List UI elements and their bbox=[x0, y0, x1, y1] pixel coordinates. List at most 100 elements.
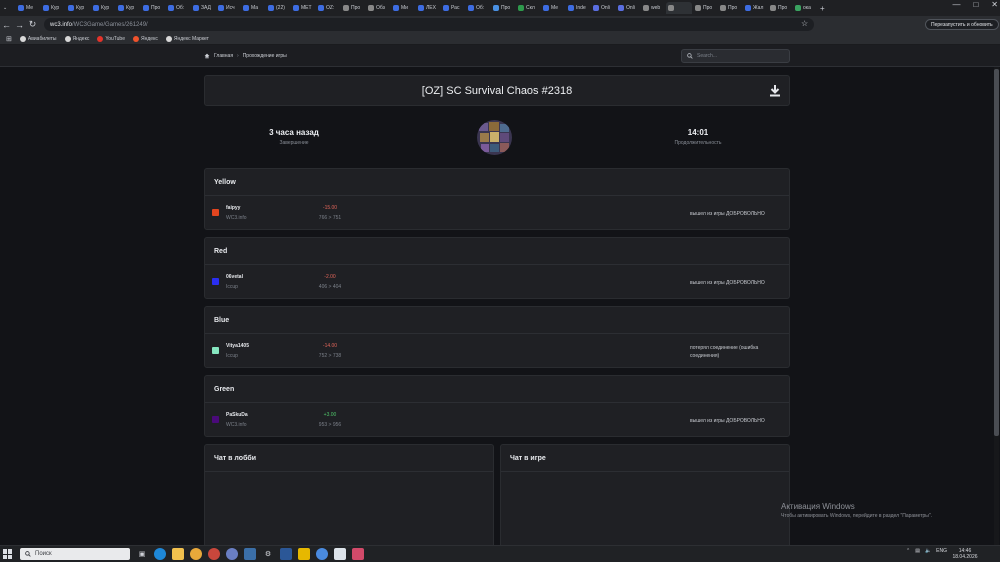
tab-favicon-icon bbox=[643, 5, 649, 11]
browser-tab[interactable]: ЗАД bbox=[191, 2, 215, 14]
tab-favicon-icon bbox=[243, 5, 249, 11]
tab-list-icon[interactable]: ⌄ bbox=[1, 2, 15, 14]
close-icon[interactable]: ✕ bbox=[991, 0, 998, 9]
bookmark-favicon-icon bbox=[165, 35, 172, 42]
browser-tab[interactable]: OZ: bbox=[316, 2, 340, 14]
tab-title: Onli bbox=[626, 5, 635, 11]
scrollbar-thumb[interactable] bbox=[994, 69, 999, 436]
browser-tab[interactable]: Ме bbox=[541, 2, 565, 14]
browser-tab[interactable]: Исч bbox=[216, 2, 240, 14]
browser-tab[interactable]: Об: bbox=[166, 2, 190, 14]
task-view-icon[interactable]: ▣ bbox=[136, 548, 148, 560]
browser-tab[interactable]: Ме bbox=[16, 2, 40, 14]
taskbar-search[interactable]: Поиск bbox=[20, 548, 130, 560]
taskbar-clock[interactable]: 14:46 18.04.2026 bbox=[950, 548, 980, 560]
browser-tab[interactable]: Рас bbox=[441, 2, 465, 14]
steam-icon[interactable] bbox=[244, 548, 256, 560]
opera-icon[interactable] bbox=[208, 548, 220, 560]
tab-title: Исч bbox=[226, 5, 235, 11]
browser-tab[interactable]: (22) bbox=[266, 2, 290, 14]
bookmark-item[interactable]: Авиабилеты bbox=[19, 35, 57, 42]
back-icon[interactable]: ← bbox=[0, 20, 13, 30]
browser-tab[interactable]: Про bbox=[693, 2, 717, 14]
browser-tab[interactable]: Обз bbox=[366, 2, 390, 14]
word-icon[interactable] bbox=[280, 548, 292, 560]
media-player-icon[interactable] bbox=[298, 548, 310, 560]
tab-favicon-icon bbox=[695, 5, 701, 11]
network-icon[interactable]: ▤ bbox=[915, 548, 920, 554]
player-name[interactable]: PaSkuDa bbox=[226, 412, 248, 418]
browser-tab[interactable]: ока bbox=[793, 2, 817, 14]
browser-tab[interactable]: Про bbox=[768, 2, 792, 14]
lobby-chat-title: Чат в лобби bbox=[214, 455, 257, 462]
tab-title: Ма bbox=[251, 5, 259, 11]
address-bar[interactable]: wc3.info/WC3Game/Games/261249/ bbox=[44, 18, 814, 31]
browser-tab[interactable]: Inde bbox=[566, 2, 590, 14]
browser-tab[interactable]: Кур bbox=[41, 2, 65, 14]
browser-tab[interactable]: Скл bbox=[516, 2, 540, 14]
bookmark-item[interactable]: Яндекс Маркет bbox=[165, 35, 209, 42]
browser-tab[interactable]: Про bbox=[341, 2, 365, 14]
apps-grid-icon[interactable]: ⊞ bbox=[6, 35, 12, 43]
browser-tab[interactable]: Жал bbox=[743, 2, 767, 14]
browser-tab[interactable]: ЛЕХ bbox=[416, 2, 440, 14]
tab-favicon-icon bbox=[720, 5, 726, 11]
leave-reason: потерял соединение (ошибка соединения) bbox=[690, 345, 759, 359]
app-icon[interactable] bbox=[316, 548, 328, 560]
browser-tab[interactable]: Кур bbox=[91, 2, 115, 14]
bookmark-star-icon[interactable]: ☆ bbox=[801, 19, 808, 28]
app-window-icon[interactable] bbox=[334, 548, 346, 560]
edge-icon[interactable] bbox=[154, 548, 166, 560]
maximize-icon[interactable]: □ bbox=[973, 0, 978, 9]
volume-icon[interactable]: 🔈 bbox=[925, 548, 931, 554]
player-name[interactable]: Vitya1405 bbox=[226, 343, 249, 349]
browser-tab[interactable]: Про bbox=[491, 2, 515, 14]
browser-tab[interactable]: web bbox=[641, 2, 665, 14]
bookmark-item[interactable]: Яндекс bbox=[133, 35, 158, 42]
minimize-icon[interactable]: — bbox=[952, 0, 960, 9]
page-scrollbar[interactable] bbox=[994, 67, 999, 545]
tab-favicon-icon bbox=[393, 5, 399, 11]
restart-update-button[interactable]: Перезапустить и обновить bbox=[925, 19, 999, 30]
browser-tab[interactable]: Про bbox=[718, 2, 742, 14]
new-tab-plus-icon[interactable]: + bbox=[818, 2, 828, 14]
search-input[interactable]: Search... bbox=[681, 49, 790, 63]
tab-favicon-icon bbox=[193, 5, 199, 11]
player-color-swatch bbox=[212, 278, 219, 285]
browser-tab[interactable]: Про bbox=[141, 2, 165, 14]
browser-tab[interactable]: Onli bbox=[616, 2, 640, 14]
browser-tab[interactable]: МЕТ bbox=[291, 2, 315, 14]
chrome-icon[interactable] bbox=[190, 548, 202, 560]
bookmark-item[interactable]: Яндекс bbox=[64, 35, 89, 42]
bookmark-item[interactable]: YouTube bbox=[97, 35, 125, 42]
tab-title: Жал bbox=[753, 5, 764, 11]
taskbar-search-label: Поиск bbox=[35, 551, 52, 557]
tab-favicon-icon bbox=[268, 5, 274, 11]
windows-activation-watermark: Активация Windows Чтобы активировать Win… bbox=[781, 502, 932, 519]
tab-title: Ме bbox=[26, 5, 34, 11]
player-name[interactable]: faipyy bbox=[226, 205, 240, 211]
finished-label: Завершение bbox=[279, 140, 309, 146]
browser-tab[interactable] bbox=[666, 2, 692, 14]
settings-gear-icon[interactable]: ⚙ bbox=[262, 548, 274, 560]
tray-chevron-icon[interactable]: ⌃ bbox=[906, 548, 910, 554]
finished-stat: 3 часа назад Завершение bbox=[244, 128, 344, 146]
browser-tab[interactable]: Onli bbox=[591, 2, 615, 14]
language-indicator[interactable]: ENG bbox=[936, 548, 947, 554]
download-icon[interactable] bbox=[769, 84, 781, 97]
browser-tab[interactable]: Об: bbox=[466, 2, 490, 14]
browser-tab[interactable]: Ми bbox=[391, 2, 415, 14]
file-explorer-icon[interactable] bbox=[172, 548, 184, 560]
discord-icon[interactable] bbox=[226, 548, 238, 560]
breadcrumb-home[interactable]: Главная bbox=[214, 53, 233, 59]
game-app-icon[interactable] bbox=[352, 548, 364, 560]
browser-tab[interactable]: Ма bbox=[241, 2, 265, 14]
tab-title: Об: bbox=[476, 5, 485, 11]
duration-value: 14:01 bbox=[687, 128, 709, 137]
browser-tab[interactable]: Кур bbox=[116, 2, 140, 14]
player-name[interactable]: 06vetal bbox=[226, 274, 243, 280]
browser-tab[interactable]: Кур bbox=[66, 2, 90, 14]
forward-icon[interactable]: → bbox=[13, 20, 26, 30]
windows-start-icon[interactable] bbox=[3, 549, 13, 559]
reload-icon[interactable]: ↻ bbox=[26, 19, 39, 30]
